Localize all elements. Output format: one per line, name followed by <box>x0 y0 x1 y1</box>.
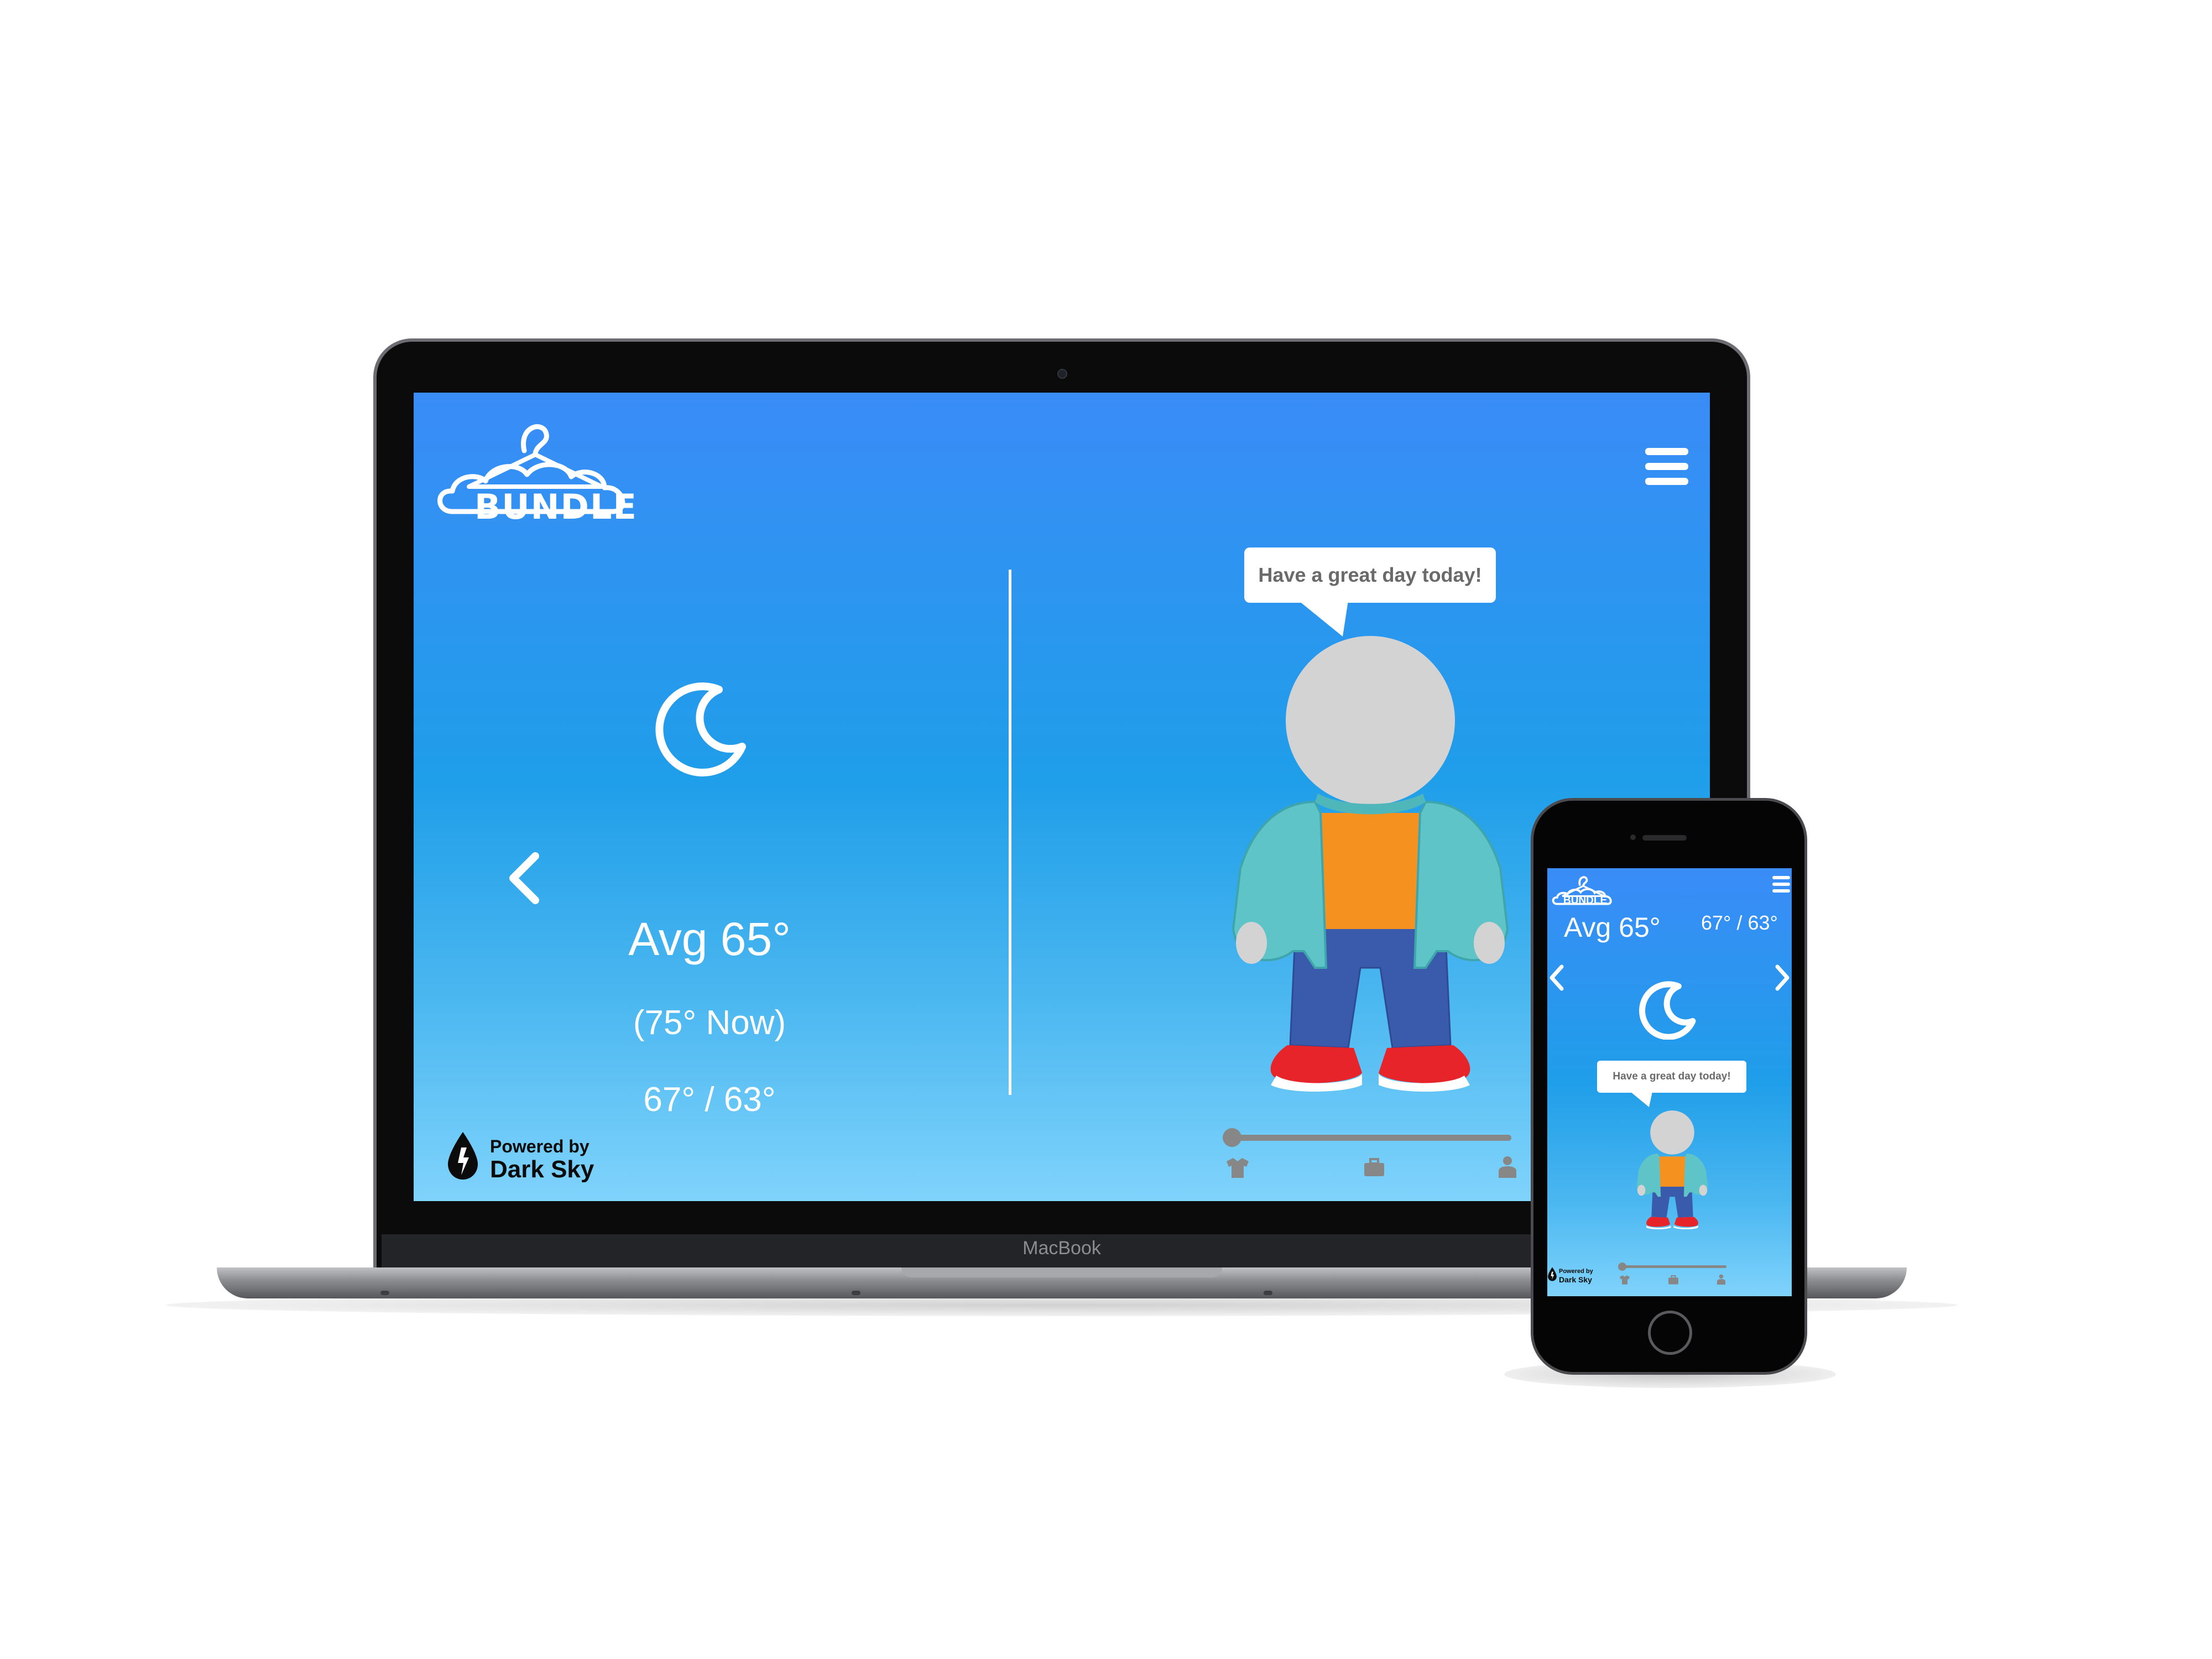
character-shirt <box>1315 813 1426 929</box>
phone-menu-icon <box>1772 876 1790 879</box>
previous-day-arrow-icon[interactable] <box>505 851 544 906</box>
laptop-brand-label: MacBook <box>1022 1238 1101 1259</box>
phone-formality-slider-handle[interactable] <box>1618 1262 1626 1271</box>
phone-menu-button[interactable] <box>1772 876 1790 893</box>
character-left-shoe <box>1270 1045 1362 1083</box>
phone-home-button[interactable] <box>1648 1311 1692 1355</box>
speech-bubble-tail <box>1298 601 1348 637</box>
laptop-foot <box>380 1291 389 1295</box>
phone-dark-sky-logo-icon <box>1548 1267 1557 1281</box>
phone-powered-by-label: Powered by <box>1559 1268 1593 1275</box>
phone-next-day-arrow-icon[interactable] <box>1774 963 1791 992</box>
speech-bubble: Have a great day today! <box>1244 547 1496 603</box>
phone-casual-shirt-icon[interactable] <box>1619 1275 1630 1285</box>
formality-slider-track[interactable] <box>1227 1135 1511 1141</box>
dark-sky-logo-icon <box>448 1132 478 1180</box>
phone-high-low-temperature: 67° / 63° <box>1701 911 1778 934</box>
phone-formality-slider-track[interactable] <box>1620 1265 1726 1268</box>
laptop-camera <box>1057 369 1067 379</box>
character-right-shoe <box>1379 1045 1470 1083</box>
laptop-foot <box>1264 1291 1272 1295</box>
phone-outfit-character <box>1636 1110 1708 1229</box>
menu-button[interactable] <box>1645 448 1688 486</box>
phone-app-logo[interactable]: BUNDLE <box>1550 871 1616 912</box>
phone-camera <box>1630 834 1636 840</box>
app-name: BUNDLE <box>474 487 638 527</box>
formality-slider-handle[interactable] <box>1223 1128 1241 1147</box>
phone-dark-sky-label[interactable]: Dark Sky <box>1559 1275 1592 1284</box>
character-head <box>1286 636 1455 805</box>
laptop-foot <box>852 1291 860 1295</box>
app-logo[interactable]: BUNDLE <box>430 409 640 536</box>
phone-screen: BUNDLE Avg 65° 67° / 63° Have a great da… <box>1547 868 1792 1296</box>
phone-speech-bubble-tail <box>1630 1092 1652 1107</box>
phone-outfit-message: Have a great day today! <box>1613 1071 1731 1082</box>
laptop-screen: BUNDLE Avg 65° (75° Now) 67° / 63° Have … <box>414 393 1710 1201</box>
outfit-character <box>1232 636 1509 1092</box>
outfit-message: Have a great day today! <box>1258 564 1482 586</box>
formal-suit-icon[interactable] <box>1498 1156 1517 1178</box>
menu-icon-bar <box>1645 463 1688 470</box>
phone-app-name: BUNDLE <box>1563 895 1608 906</box>
phone-work-briefcase-icon[interactable] <box>1668 1275 1679 1285</box>
phone-menu-icon-bar <box>1772 889 1790 893</box>
phone-moon-icon <box>1639 981 1696 1040</box>
menu-icon <box>1645 448 1688 455</box>
phone-speaker <box>1642 835 1687 841</box>
work-briefcase-icon[interactable] <box>1363 1158 1385 1177</box>
laptop-hinge-notch <box>901 1267 1222 1277</box>
moon-icon <box>655 682 746 777</box>
panel-divider <box>1009 570 1011 1095</box>
dark-sky-label[interactable]: Dark Sky <box>490 1156 594 1183</box>
current-temperature: (75° Now) <box>633 1004 786 1042</box>
casual-shirt-icon[interactable] <box>1225 1157 1250 1178</box>
average-temperature: Avg 65° <box>628 913 791 965</box>
phone-previous-day-arrow-icon[interactable] <box>1548 963 1565 992</box>
phone-average-temperature: Avg 65° <box>1564 912 1661 943</box>
high-low-temperature: 67° / 63° <box>643 1081 776 1119</box>
menu-icon-bar <box>1645 478 1688 485</box>
phone-formal-suit-icon[interactable] <box>1717 1274 1726 1285</box>
powered-by-label: Powered by <box>490 1136 589 1156</box>
phone-menu-icon-bar <box>1772 883 1790 886</box>
phone-speech-bubble: Have a great day today! <box>1597 1061 1746 1093</box>
